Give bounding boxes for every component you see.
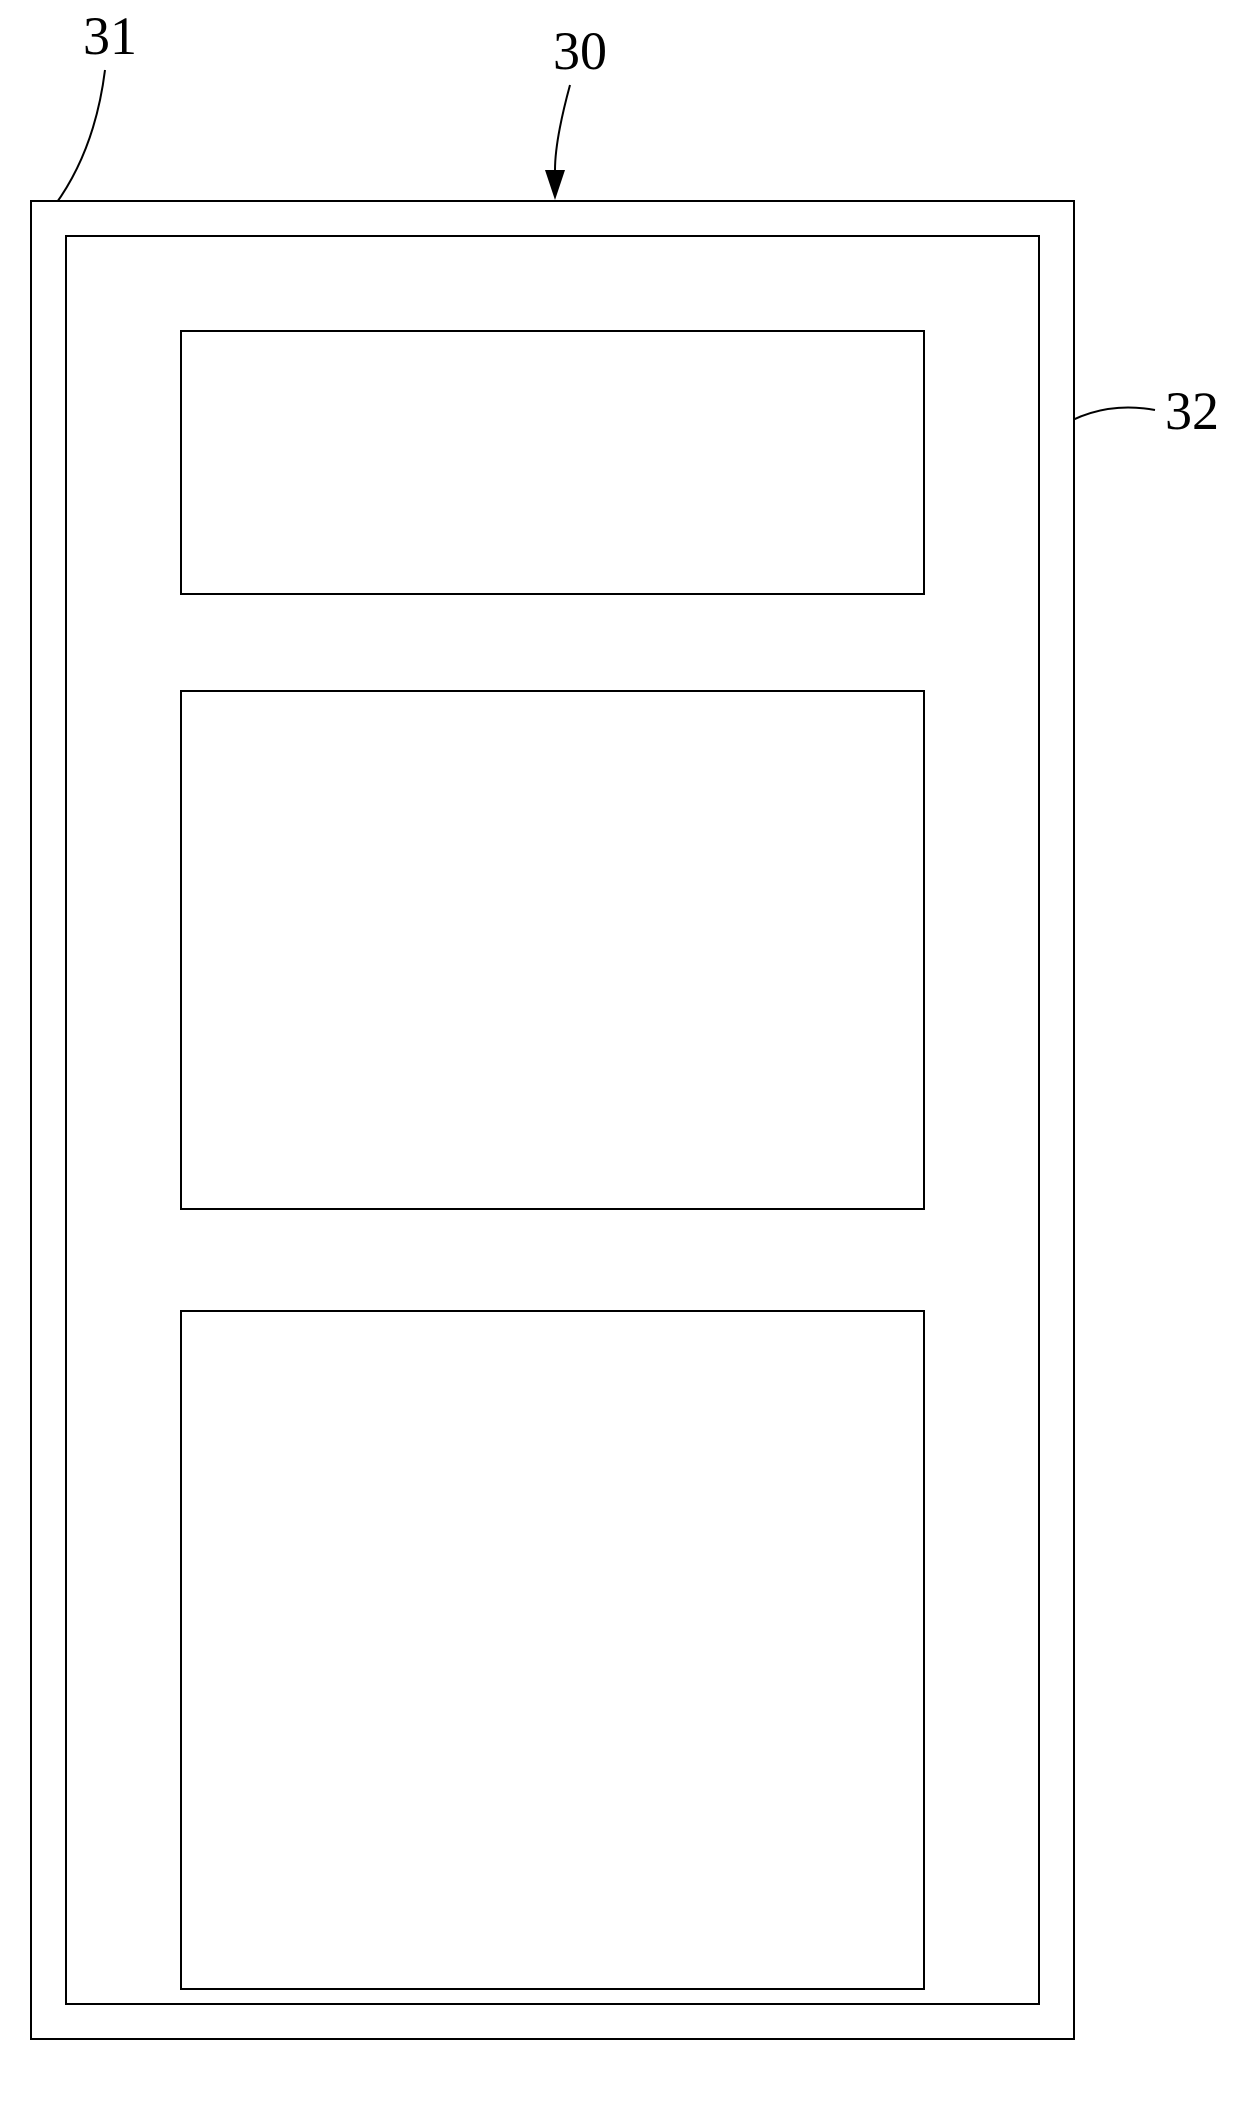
diagram-canvas: { "labels": { "l30": "30", "l31": "31", … xyxy=(0,0,1240,2103)
panel-3 xyxy=(180,1310,925,1990)
panel-1 xyxy=(180,330,925,595)
panel-2 xyxy=(180,690,925,1210)
